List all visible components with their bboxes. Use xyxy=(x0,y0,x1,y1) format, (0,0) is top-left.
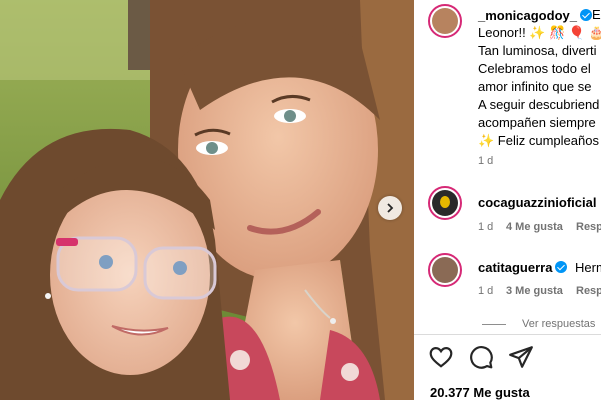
verified-icon xyxy=(555,261,568,273)
post-photo xyxy=(0,0,414,400)
caption-line-5: A seguir descubriend xyxy=(478,97,600,112)
heart-icon[interactable] xyxy=(428,344,454,370)
caption-line-3: Celebramos todo el xyxy=(478,61,591,76)
replies-divider xyxy=(482,324,506,325)
comment-icon[interactable] xyxy=(468,344,494,370)
comment-age: 1 d xyxy=(478,221,494,233)
reply-button[interactable]: Resp xyxy=(576,221,601,233)
post-side-panel: _monicagodoy_ E Leonor!! ✨ 🎊 🎈 🎂 Tan lum… xyxy=(414,0,601,400)
comment-likes[interactable]: 3 Me gusta xyxy=(506,285,563,297)
author-avatar[interactable] xyxy=(428,4,462,38)
share-icon[interactable] xyxy=(508,344,534,370)
comment-username[interactable]: cocaguazzinioficial xyxy=(478,195,596,210)
caption-line-1: Leonor!! ✨ 🎊 🎈 🎂 xyxy=(478,25,601,40)
comment-likes[interactable]: 4 Me gusta xyxy=(506,221,563,233)
next-image-button[interactable] xyxy=(378,196,402,220)
caption-line-7: ✨ Feliz cumpleaños xyxy=(478,133,599,148)
commenter-avatar[interactable] xyxy=(428,253,462,287)
chevron-right-icon xyxy=(387,203,394,213)
post-age: 1 d xyxy=(478,155,494,167)
author-username-text[interactable]: _monicagodoy_ xyxy=(478,8,577,23)
commenter-avatar-image xyxy=(432,190,458,216)
comment-text: Herm xyxy=(575,260,601,275)
caption-line-6: acompañen siempre xyxy=(478,115,596,130)
view-replies-button[interactable]: Ver respuestas xyxy=(522,318,595,330)
selfie-image xyxy=(0,0,414,400)
likes-count[interactable]: 20.377 Me gusta xyxy=(430,385,530,400)
comment-username-text[interactable]: catitaguerra xyxy=(478,260,552,275)
caption-line-0: E xyxy=(592,7,601,22)
commenter-avatar[interactable] xyxy=(428,186,462,220)
reply-button[interactable]: Resp xyxy=(576,285,601,297)
caption-line-2: Tan luminosa, diverti xyxy=(478,43,597,58)
author-avatar-image xyxy=(432,8,458,34)
verified-icon xyxy=(579,9,592,21)
comment-username[interactable]: catitaguerra xyxy=(478,260,568,275)
caption-line-4: amor infinito que se xyxy=(478,79,592,94)
author-username[interactable]: _monicagodoy_ xyxy=(478,8,592,23)
comment-age: 1 d xyxy=(478,285,494,297)
commenter-avatar-image xyxy=(432,257,458,283)
actions-divider xyxy=(414,334,601,335)
